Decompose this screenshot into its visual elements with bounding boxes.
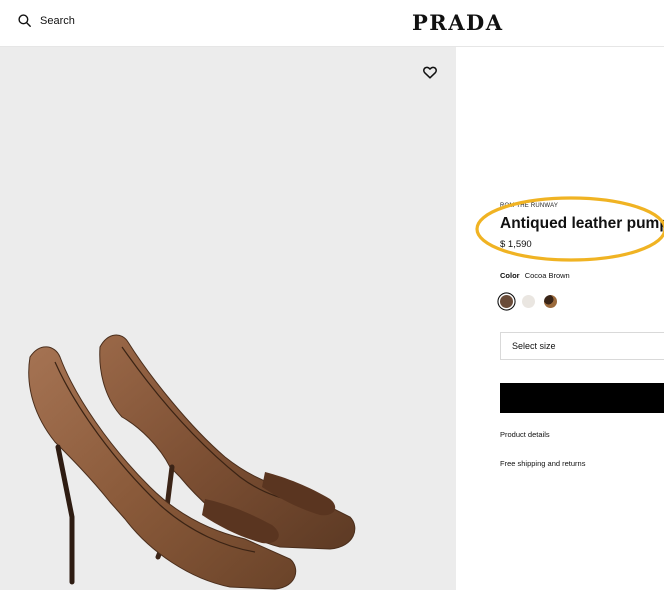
search-label: Search — [40, 14, 75, 27]
size-select[interactable]: Select size — [500, 332, 664, 360]
color-swatches — [500, 295, 557, 308]
product-image-gallery — [0, 47, 456, 590]
color-row: Color Cocoa Brown — [500, 271, 570, 280]
product-details-panel: ROM THE RUNWAY Antiqued leather pumps $ … — [457, 47, 664, 590]
product-image[interactable] — [0, 47, 456, 590]
swatch-dark-brown[interactable] — [544, 295, 557, 308]
color-label: Color — [500, 271, 520, 280]
swatch-light[interactable] — [522, 295, 535, 308]
search-icon — [18, 14, 31, 27]
highlight-circle — [475, 196, 664, 262]
add-to-bag-button[interactable] — [500, 383, 664, 413]
shipping-returns-link[interactable]: Free shipping and returns — [500, 459, 585, 468]
product-details-link[interactable]: Product details — [500, 430, 550, 439]
search-button[interactable]: Search — [18, 14, 75, 27]
color-value: Cocoa Brown — [524, 271, 570, 280]
swatch-cocoa-brown[interactable] — [500, 295, 513, 308]
site-header: Search PRADA — [0, 0, 664, 47]
brand-logo[interactable]: PRADA — [412, 10, 504, 35]
wishlist-button[interactable] — [423, 66, 437, 84]
heart-icon — [423, 66, 437, 79]
